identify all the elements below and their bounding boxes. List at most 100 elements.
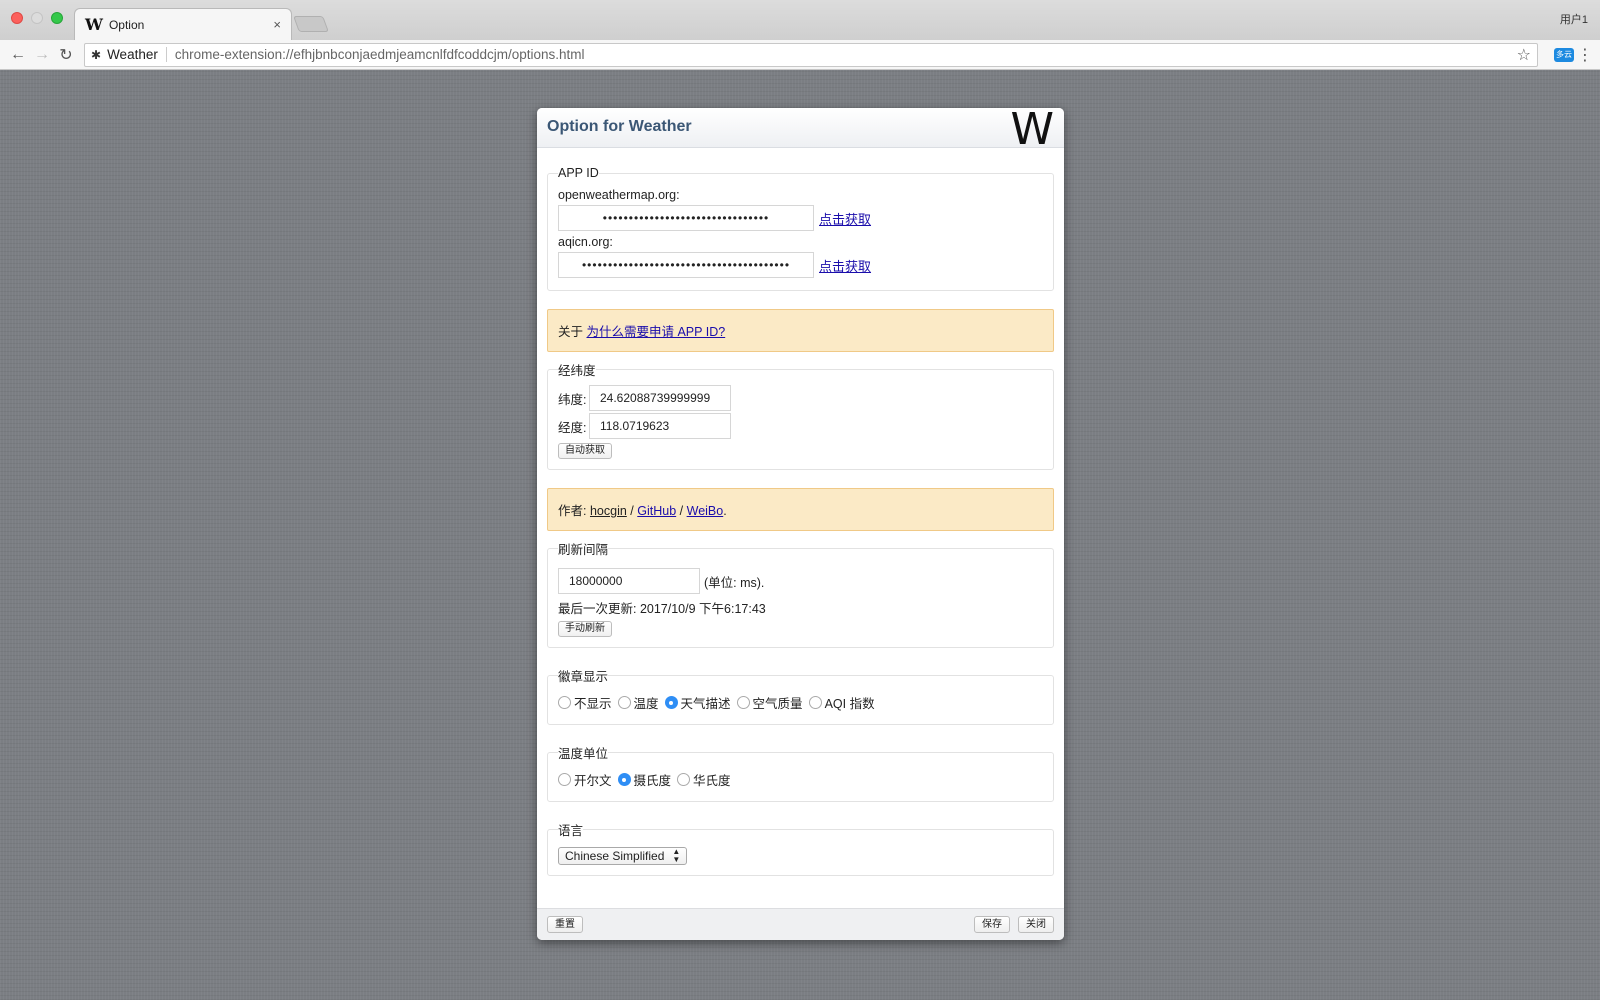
coords-section: 经纬度 纬度: 经度: 自动获取 [547,360,1054,470]
forward-arrow-icon[interactable]: → [30,43,54,67]
page-background: Option for Weather W APP ID openweatherm… [0,70,1600,1000]
last-update-text: 最后一次更新: 2017/10/9 下午6:17:43 [558,602,766,616]
profile-button[interactable]: 用户1 [1560,11,1588,27]
refresh-legend: 刷新间隔 [558,543,609,557]
refresh-section: 刷新间隔 (单位: ms). 最后一次更新: 2017/10/9 下午6:17:… [547,539,1054,648]
weather-logo-icon: W [1010,108,1054,155]
badge-option[interactable]: 温度 [617,693,659,712]
minimize-window-button[interactable] [31,12,43,24]
interval-unit: (单位: ms). [704,575,765,590]
auto-locate-button[interactable]: 自动获取 [558,443,612,459]
temp-unit-section: 温度单位 开尔文 摄氏度 华氏度 [547,743,1054,802]
close-button[interactable]: 关闭 [1018,916,1054,933]
badge-option[interactable]: 空气质量 [736,693,803,712]
temp-unit-radio-group: 开尔文 摄氏度 华氏度 [558,766,1043,791]
author-suffix: . [723,504,727,518]
temp-unit-option-label: 华氏度 [693,774,731,788]
language-section: 语言 Chinese Simplified ▲ ▼ [547,820,1054,876]
temp-unit-option[interactable]: 开尔文 [558,770,612,789]
aqicn-key-input[interactable] [558,252,814,278]
save-button[interactable]: 保存 [974,916,1010,933]
radio-circle-icon[interactable] [736,696,750,709]
lat-row: 纬度: [558,385,1043,411]
back-arrow-icon[interactable]: ← [6,43,30,67]
badge-option[interactable]: AQI 指数 [808,693,875,712]
radio-circle-icon[interactable] [558,696,571,709]
temp-unit-option-label: 开尔文 [574,774,612,788]
github-link[interactable]: GitHub [637,504,676,518]
browser-tab[interactable]: W Option × [74,8,292,40]
extension-puzzle-icon: ✱ [91,47,102,62]
interval-row: (单位: ms). [558,568,1043,594]
menu-dots-icon[interactable]: ⋮ [1576,45,1594,65]
radio-circle-icon[interactable] [677,773,691,786]
radio-circle-icon[interactable] [664,696,678,709]
extension-badge: 多云 [1554,47,1574,62]
address-bar[interactable]: ✱ Weather chrome-extension://efhjbnbconj… [84,42,1538,67]
new-tab-button[interactable] [293,16,329,32]
owm-key-input[interactable] [558,205,814,231]
bookmark-star-icon[interactable]: ☆ [1517,45,1531,65]
temp-unit-option-label: 摄氏度 [633,774,672,788]
radio-circle-icon[interactable] [617,773,631,786]
reset-button[interactable]: 重置 [547,916,583,933]
lat-input[interactable] [589,385,731,411]
url-text[interactable]: chrome-extension://efhjbnbconjaedmjeamcn… [175,47,1517,62]
dialog-footer: 重置 保存 关闭 [537,908,1064,940]
language-legend: 语言 [558,824,584,838]
dialog-body: APP ID openweathermap.org: 点击获取 aqicn.or… [537,148,1064,876]
weibo-link[interactable]: WeiBo [687,504,724,518]
app-id-section: APP ID openweathermap.org: 点击获取 aqicn.or… [547,166,1054,291]
why-app-id-link[interactable]: 为什么需要申请 APP ID? [587,325,726,339]
author-prefix: 作者: [558,504,587,518]
reload-icon[interactable]: ↻ [54,43,78,67]
radio-circle-icon[interactable] [808,696,822,709]
badge-option-label: AQI 指数 [824,697,875,711]
aqicn-row: 点击获取 [558,252,1043,278]
browser-toolbar: ← → ↻ ✱ Weather chrome-extension://efhjb… [0,40,1600,70]
weather-favicon-icon: W [85,15,103,34]
badge-option-label: 不显示 [574,697,612,711]
badge-section: 徽章显示 不显示 温度 天气描述 空气质量 AQI 指数 [547,666,1054,725]
dialog-header: Option for Weather W [537,108,1064,154]
badge-option[interactable]: 不显示 [558,693,612,712]
temp-unit-option[interactable]: 摄氏度 [617,770,672,789]
about-prefix: 关于 [558,325,584,339]
badge-legend: 徽章显示 [558,670,609,684]
about-note: 关于 为什么需要申请 APP ID? [547,309,1054,352]
options-dialog: Option for Weather W APP ID openweatherm… [537,108,1064,940]
temp-unit-option[interactable]: 华氏度 [677,770,731,789]
tab-title: Option [108,17,145,32]
owm-label: openweathermap.org: [558,188,680,202]
lng-label: 经度: [558,420,587,435]
aqicn-get-link[interactable]: 点击获取 [819,256,871,275]
badge-option-label: 天气描述 [680,697,731,711]
coords-legend: 经纬度 [558,364,596,378]
badge-option-label: 温度 [633,697,659,711]
badge-option[interactable]: 天气描述 [664,693,731,712]
maximize-window-button[interactable] [51,12,63,24]
close-window-button[interactable] [11,12,23,24]
temp-unit-legend: 温度单位 [558,747,609,761]
language-select[interactable]: Chinese Simplified ▲ ▼ [558,847,688,865]
owm-get-link[interactable]: 点击获取 [819,209,871,228]
owm-row: 点击获取 [558,205,1043,231]
app-id-legend: APP ID [558,166,599,180]
author-note: 作者: hocgin / GitHub / WeiBo. [547,488,1054,531]
manual-refresh-button[interactable]: 手动刷新 [558,621,612,637]
dialog-title: Option for Weather [547,118,692,135]
weather-extension-button[interactable]: 多云 [1552,43,1576,67]
author-sep-1: / [630,504,634,518]
select-arrows-icon: ▲ ▼ [672,847,681,864]
lng-input[interactable] [589,413,731,439]
radio-circle-icon[interactable] [617,696,631,709]
aqicn-label: aqicn.org: [558,235,613,249]
author-link[interactable]: hocgin [590,504,627,518]
lat-label: 纬度: [558,392,587,407]
badge-option-label: 空气质量 [752,697,803,711]
interval-input[interactable] [558,568,700,594]
tab-close-icon[interactable]: × [273,17,281,32]
window-controls [11,12,63,24]
site-label: Weather [107,47,167,62]
radio-circle-icon[interactable] [558,773,571,786]
